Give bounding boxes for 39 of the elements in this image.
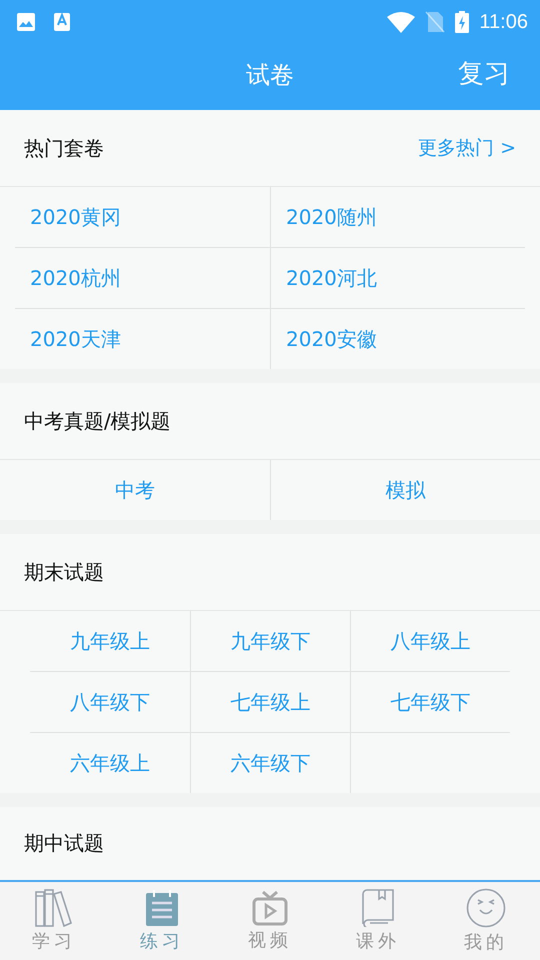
tab[interactable]: 我的 [432, 882, 540, 960]
paper-link[interactable]: 2020黄冈 [30, 204, 121, 230]
paper-link[interactable]: 六年级上 [70, 750, 150, 776]
paper-link[interactable]: 六年级下 [230, 750, 310, 776]
paper-link[interactable]: 七年级下 [390, 688, 470, 716]
paper-link[interactable]: 2020安徽 [286, 326, 377, 352]
paper-link[interactable]: 八年级上 [390, 628, 470, 654]
tab[interactable]: 视频 [216, 882, 324, 960]
paper-link[interactable]: 2020杭州 [30, 264, 121, 292]
wifi-icon [387, 11, 416, 33]
paper-link[interactable]: 九年级上 [70, 628, 150, 654]
paper-link[interactable]: 八年级下 [70, 688, 150, 716]
more-link[interactable]: 更多热门 > [418, 135, 516, 161]
section-title: 中考真题/模拟题 [24, 408, 171, 434]
paper-link[interactable]: 九年级下 [230, 628, 310, 654]
tab[interactable]: 练习 [108, 882, 216, 960]
text-icon [54, 12, 70, 32]
status-time: 11:06 [479, 10, 528, 34]
tab[interactable]: 课外 [324, 882, 432, 960]
page-title: 试卷 [246, 60, 294, 91]
books-icon [34, 889, 74, 927]
notepad-icon [145, 889, 179, 927]
section-title: 期末试题 [24, 558, 104, 586]
section-title: 热门套卷 [24, 134, 104, 162]
no-sim-icon [425, 11, 446, 33]
paper-link[interactable]: 2020随州 [286, 204, 377, 230]
tv-icon [252, 890, 288, 926]
image-icon [16, 12, 36, 32]
review-button[interactable]: 复习 [458, 56, 510, 91]
paper-link[interactable]: 2020天津 [30, 326, 121, 352]
paper-link[interactable]: 模拟 [386, 476, 426, 504]
paper-link[interactable]: 七年级上 [230, 688, 310, 716]
book-icon [362, 889, 394, 927]
paper-link[interactable]: 中考 [115, 476, 155, 504]
paper-link[interactable]: 2020河北 [286, 264, 377, 292]
tab[interactable]: 学习 [0, 882, 108, 960]
smiley-icon [466, 888, 506, 928]
section-title: 期中试题 [24, 830, 104, 857]
battery-icon [455, 11, 470, 33]
